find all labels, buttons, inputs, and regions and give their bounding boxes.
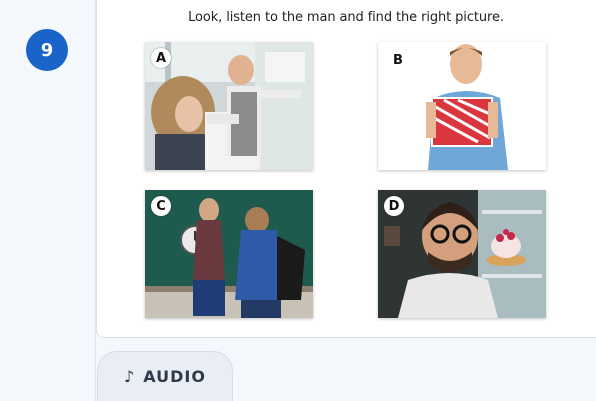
option-a-picture[interactable]: A — [145, 42, 313, 170]
option-letter: A — [151, 48, 171, 68]
option-b-picture[interactable]: B — [378, 42, 546, 170]
option-d-picture[interactable]: D — [378, 190, 546, 318]
option-c-picture[interactable]: C — [145, 190, 313, 318]
question-number-column: 9 — [0, 0, 96, 401]
question-number-badge: 9 — [26, 29, 68, 71]
music-note-icon: ♪ — [124, 367, 136, 386]
option-letter: C — [151, 196, 171, 216]
question-prompt: Look, listen to the man and find the rig… — [188, 10, 504, 25]
audio-button[interactable]: ♪ AUDIO — [97, 351, 233, 401]
option-letter: B — [393, 52, 403, 68]
audio-button-label: AUDIO — [143, 367, 206, 386]
option-letter: D — [384, 196, 404, 216]
